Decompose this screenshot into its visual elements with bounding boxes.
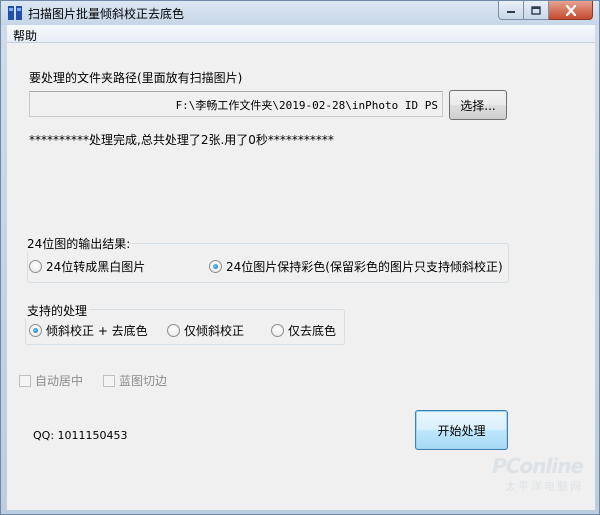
- browse-button[interactable]: 选择...: [449, 90, 507, 120]
- close-button[interactable]: [549, 1, 593, 20]
- check-crop-label: 蓝图切边: [119, 374, 168, 388]
- radio-deskew-only[interactable]: [167, 324, 180, 337]
- app-icon: [8, 6, 22, 20]
- status-text: **********处理完成,总共处理了2张.用了0秒***********: [29, 133, 334, 147]
- check-auto-center-label: 自动居中: [35, 374, 84, 388]
- checkbox-crop[interactable]: [103, 374, 115, 387]
- window-title: 扫描图片批量倾斜校正去底色: [28, 7, 185, 21]
- maximize-icon: [531, 5, 541, 15]
- option-bw-label: 24位转成黑白图片: [46, 260, 146, 274]
- process-group-title: 支持的处理: [25, 302, 90, 319]
- option-keep-color[interactable]: 24位图片保持彩色(保留彩色的图片只支持倾斜校正): [209, 258, 503, 275]
- app-window: 扫描图片批量倾斜校正去底色 帮助 要处理的文件夹路径(里面放有扫描图片) F:\…: [0, 0, 600, 515]
- check-auto-center[interactable]: 自动居中: [19, 372, 83, 389]
- watermark: PConline 太平洋电脑网: [492, 454, 584, 494]
- option-debg-only-label: 仅去底色: [288, 324, 337, 338]
- radio-keep-color[interactable]: [209, 260, 222, 273]
- option-deskew-debg-label: 倾斜校正 + 去底色: [46, 324, 148, 338]
- window-controls: [498, 1, 593, 20]
- folder-path-field[interactable]: F:\李畅工作文件夹\2019-02-28\inPhoto ID PS: [29, 91, 443, 117]
- checkbox-auto-center[interactable]: [19, 374, 31, 387]
- option-deskew-debg[interactable]: 倾斜校正 + 去底色: [29, 322, 148, 339]
- option-bw[interactable]: 24位转成黑白图片: [29, 258, 145, 275]
- menu-bar: 帮助: [7, 25, 595, 43]
- check-crop[interactable]: 蓝图切边: [103, 372, 167, 389]
- folder-path-label: 要处理的文件夹路径(里面放有扫描图片): [29, 71, 243, 85]
- main-panel: 要处理的文件夹路径(里面放有扫描图片) F:\李畅工作文件夹\2019-02-2…: [7, 43, 595, 510]
- folder-path-value: F:\李畅工作文件夹\2019-02-28\inPhoto ID PS: [175, 99, 438, 112]
- option-deskew-only-label: 仅倾斜校正: [184, 324, 245, 338]
- option-keep-color-label: 24位图片保持彩色(保留彩色的图片只支持倾斜校正): [226, 260, 503, 274]
- minimize-icon: [507, 11, 515, 13]
- start-processing-button[interactable]: 开始处理: [415, 410, 508, 450]
- maximize-button[interactable]: [524, 1, 549, 20]
- watermark-cn: 太平洋电脑网: [505, 480, 583, 493]
- watermark-brand: PConline: [492, 454, 584, 478]
- radio-bw[interactable]: [29, 260, 42, 273]
- radio-deskew-debg[interactable]: [29, 324, 42, 337]
- output-result-group-title: 24位图的输出结果:: [25, 235, 133, 252]
- qq-contact: QQ: 1011150453: [33, 429, 128, 442]
- option-deskew-only[interactable]: 仅倾斜校正: [167, 322, 244, 339]
- radio-debg-only[interactable]: [271, 324, 284, 337]
- title-bar[interactable]: 扫描图片批量倾斜校正去底色: [1, 1, 599, 25]
- minimize-button[interactable]: [498, 1, 524, 20]
- menu-item-help[interactable]: 帮助: [13, 27, 37, 44]
- option-debg-only[interactable]: 仅去底色: [271, 322, 336, 339]
- close-icon: [565, 4, 576, 16]
